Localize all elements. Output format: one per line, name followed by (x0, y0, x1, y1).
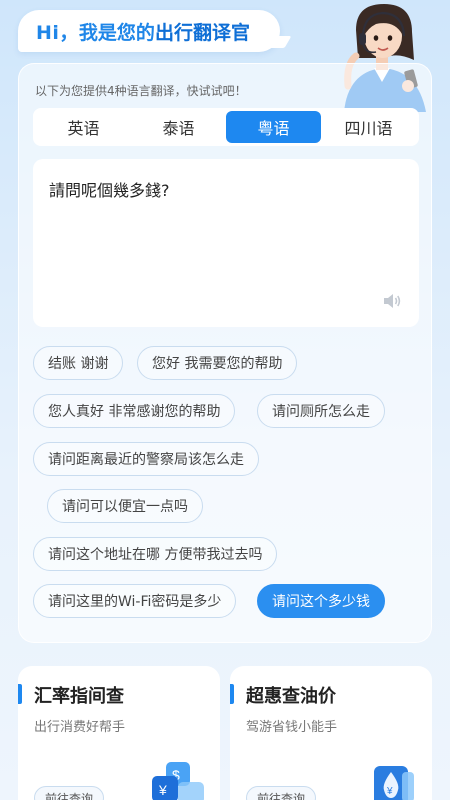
translator-panel: 以下为您提供4种语言翻译，快试试吧！ 英语 泰语 粤语 四川语 請問呢個幾多錢?… (18, 63, 432, 643)
phrase-chip[interactable]: 请问厕所怎么走 (257, 394, 385, 428)
card-accent-bar (18, 684, 22, 704)
translator-intro: 以下为您提供4种语言翻译，快试试吧！ (35, 84, 247, 98)
card-accent-bar (230, 684, 234, 704)
phrase-chip-selected[interactable]: 请问这个多少钱 (257, 584, 385, 618)
greeting-title-pre: 我是您的 (78, 21, 155, 44)
phrase-chip[interactable]: 请问距离最近的警察局该怎么走 (33, 442, 259, 476)
translation-output: 請問呢個幾多錢? (33, 159, 419, 327)
phrase-chip[interactable]: 请问这个地址在哪 方便带我过去吗 (33, 537, 278, 571)
phrase-chip[interactable]: 请问可以便宜一点吗 (47, 489, 203, 523)
greeting-hi: Hi， (36, 21, 79, 44)
svg-text:¥: ¥ (386, 786, 393, 797)
bubble-tail (268, 36, 292, 48)
speaker-icon[interactable] (383, 293, 401, 309)
card-subtitle: 驾游省钱小能手 (246, 720, 338, 735)
fuel-price-card[interactable]: 超惠查油价 驾游省钱小能手 前往查询 ¥ (230, 666, 432, 800)
language-tabs: 英语 泰语 粤语 四川语 (33, 108, 419, 146)
query-button[interactable]: 前往查询 (246, 786, 316, 800)
exchange-rate-card[interactable]: 汇率指间查 出行消费好帮手 前往查询 $ ¥ (18, 666, 220, 800)
query-button[interactable]: 前往查询 (34, 786, 104, 800)
svg-text:¥: ¥ (158, 782, 167, 798)
greeting-title-highlight: 出行翻译官 (154, 21, 250, 44)
card-title: 超惠查油价 (246, 686, 336, 707)
tab-cantonese[interactable]: 粤语 (226, 111, 321, 143)
card-title: 汇率指间查 (34, 686, 124, 707)
tab-thai[interactable]: 泰语 (131, 111, 226, 143)
phrase-chip[interactable]: 您好 我需要您的帮助 (137, 346, 298, 380)
currency-exchange-icon: $ ¥ (152, 762, 204, 800)
tab-sichuanese[interactable]: 四川语 (321, 111, 416, 143)
translation-text: 請問呢個幾多錢? (49, 181, 170, 200)
phrase-chip[interactable]: 结账 谢谢 (33, 346, 124, 380)
tab-english[interactable]: 英语 (36, 111, 131, 143)
fuel-price-icon: ¥ (374, 766, 414, 800)
greeting-bubble: Hi， 我是您的出行翻译官 (18, 10, 292, 52)
card-subtitle: 出行消费好帮手 (34, 720, 126, 735)
phrase-chip[interactable]: 您人真好 非常感谢您的帮助 (33, 394, 236, 428)
phrase-chip[interactable]: 请问这里的Wi-Fi密码是多少 (33, 584, 237, 618)
greeting-title: 我是您的出行翻译官 (79, 18, 250, 45)
